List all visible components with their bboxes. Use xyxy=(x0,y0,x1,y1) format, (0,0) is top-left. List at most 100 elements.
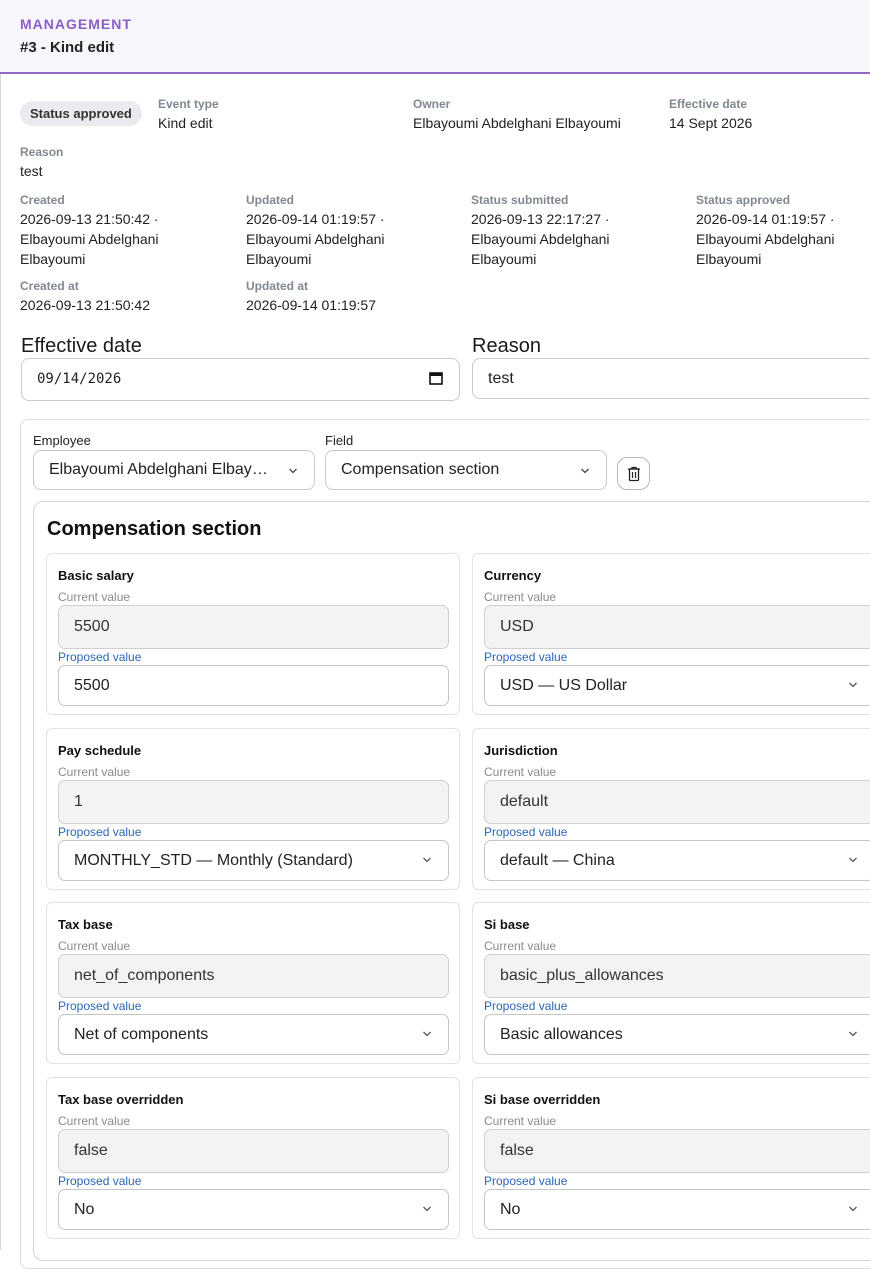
meta-value: Elbayoumi Abdelghani xyxy=(471,231,610,247)
current-value-text: USD xyxy=(500,618,534,635)
proposed-value-text: USD — US Dollar xyxy=(500,677,628,694)
calendar-icon[interactable] xyxy=(429,371,443,385)
proposed-value-text: MONTHLY_STD — Monthly (Standard) xyxy=(74,852,353,869)
current-value-label: Current value xyxy=(58,939,131,953)
meta-effective-date: Effective date 14 Sept 2026 xyxy=(669,96,752,133)
reason-label: Reason xyxy=(472,335,541,357)
proposed-value-text: Basic allowances xyxy=(500,1026,623,1043)
field-title: Tax base xyxy=(58,917,113,932)
proposed-value-select[interactable]: No xyxy=(484,1189,870,1230)
meta-value: 2026-09-13 21:50:42 · xyxy=(20,211,159,227)
meta-value: test xyxy=(20,163,43,179)
field-title: Tax base overridden xyxy=(58,1092,184,1107)
delete-item-button[interactable] xyxy=(617,457,650,490)
reason-input[interactable]: test xyxy=(472,358,870,399)
meta-value: Elbayoumi xyxy=(246,251,312,267)
field-title: Si base xyxy=(484,917,530,932)
meta-reason: Reason test xyxy=(20,144,63,181)
trash-icon xyxy=(628,466,640,482)
meta-label: Event type xyxy=(158,97,219,111)
meta-value: Elbayoumi Abdelghani xyxy=(246,231,385,247)
field-card-jurisdiction: Jurisdiction Current value default Proposed… xyxy=(472,728,870,890)
proposed-value-text: No xyxy=(74,1201,95,1218)
current-value-field: false xyxy=(484,1129,870,1173)
current-value-label: Current value xyxy=(484,590,557,604)
effective-date-value: 09/14/2026 xyxy=(37,371,122,387)
meta-label: Status submitted xyxy=(471,193,569,207)
chevron-down-icon xyxy=(849,1031,857,1037)
meta-label: Effective date xyxy=(669,97,748,111)
meta-value: 2026-09-13 21:50:42 xyxy=(20,297,150,313)
meta-value: 2026-09-14 01:19:57 xyxy=(246,297,376,313)
proposed-value-text: 5500 xyxy=(74,677,110,694)
field-title: Basic salary xyxy=(58,568,134,583)
chevron-down-icon xyxy=(849,682,857,688)
meta-value: Elbayoumi Abdelghani xyxy=(696,231,835,247)
current-value-field: 5500 xyxy=(58,605,449,649)
left-divider xyxy=(0,74,1,1250)
status-badge: Status approved xyxy=(20,101,142,126)
meta-created: Created 2026-09-13 21:50:42 · Elbayoumi … xyxy=(20,192,159,269)
current-value-field: 1 xyxy=(58,780,449,824)
chevron-down-icon xyxy=(423,857,431,863)
meta-event-type: Event type Kind edit xyxy=(158,96,219,133)
proposed-value-select[interactable]: USD — US Dollar xyxy=(484,665,870,706)
field-label: Field xyxy=(325,433,354,448)
current-value-label: Current value xyxy=(484,939,557,953)
current-value-text: net_of_components xyxy=(74,967,215,984)
meta-value: Elbayoumi xyxy=(20,251,86,267)
proposed-value-select[interactable]: Net of components xyxy=(58,1014,449,1055)
meta-value: 2026-09-13 22:17:27 · xyxy=(471,211,610,227)
section-label: MANAGEMENT xyxy=(20,16,132,32)
proposed-value-text: Net of components xyxy=(74,1026,209,1043)
proposed-value-select[interactable]: default — China xyxy=(484,840,870,881)
proposed-value-select[interactable]: MONTHLY_STD — Monthly (Standard) xyxy=(58,840,449,881)
chevron-down-icon xyxy=(289,468,297,474)
meta-status-submitted: Status submitted 2026-09-13 22:17:27 · E… xyxy=(471,192,610,269)
meta-label: Reason xyxy=(20,145,64,159)
current-value-field: basic_plus_allowances xyxy=(484,954,870,998)
employee-select[interactable]: Elbayoumi Abdelghani Elbayoumi xyxy=(33,450,315,490)
field-select-value: Compensation section xyxy=(341,461,500,478)
field-card-pay-schedule: Pay schedule Current value 1 Proposed value… xyxy=(46,728,460,890)
chevron-down-icon xyxy=(581,468,589,474)
current-value-field: net_of_components xyxy=(58,954,449,998)
proposed-value-select[interactable]: Basic allowances xyxy=(484,1014,870,1055)
field-card-basic-salary: Basic salary Current value 5500 Proposed va… xyxy=(46,553,460,715)
chevron-down-icon xyxy=(849,1206,857,1212)
current-value-text: 5500 xyxy=(74,618,110,635)
employee-label: Employee xyxy=(33,433,91,448)
field-title: Currency xyxy=(484,568,542,583)
proposed-value-label: Proposed value xyxy=(484,999,568,1013)
meta-label: Updated xyxy=(246,193,294,207)
field-title: Jurisdiction xyxy=(484,743,558,758)
current-value-text: false xyxy=(74,1142,108,1159)
proposed-value-label: Proposed value xyxy=(58,1174,142,1188)
current-value-text: basic_plus_allowances xyxy=(500,967,664,984)
field-title: Si base overridden xyxy=(484,1092,601,1107)
current-value-label: Current value xyxy=(58,590,131,604)
meta-label: Updated at xyxy=(246,279,309,293)
current-value-label: Current value xyxy=(58,1114,131,1128)
meta-updated-at: Updated at 2026-09-14 01:19:57 xyxy=(246,278,376,315)
proposed-value-input[interactable]: 5500 xyxy=(58,665,449,706)
reason-input-value: test xyxy=(488,370,514,387)
meta-value: Elbayoumi xyxy=(471,251,537,267)
current-value-field: default xyxy=(484,780,870,824)
field-select[interactable]: Compensation section xyxy=(325,450,607,490)
meta-value: Kind edit xyxy=(158,115,213,131)
current-value-text: 1 xyxy=(74,793,83,810)
meta-label: Owner xyxy=(413,97,451,111)
meta-label: Created at xyxy=(20,279,79,293)
employee-select-value: Elbayoumi Abdelghani Elbayoumi xyxy=(49,461,274,478)
effective-date-label: Effective date xyxy=(21,335,142,357)
page-header: MANAGEMENT #3 - Kind edit xyxy=(0,0,870,74)
meta-created-at: Created at 2026-09-13 21:50:42 xyxy=(20,278,150,315)
effective-date-input[interactable]: 09/14/2026 xyxy=(21,358,460,401)
chevron-down-icon xyxy=(849,857,857,863)
meta-value: Elbayoumi Abdelghani Elbayoumi xyxy=(413,115,621,131)
field-card-currency: Currency Current value USD Proposed value US… xyxy=(472,553,870,715)
current-value-label: Current value xyxy=(484,765,557,779)
proposed-value-select[interactable]: No xyxy=(58,1189,449,1230)
field-card-tax-base-overridden: Tax base overridden Current value false Pro… xyxy=(46,1077,460,1239)
